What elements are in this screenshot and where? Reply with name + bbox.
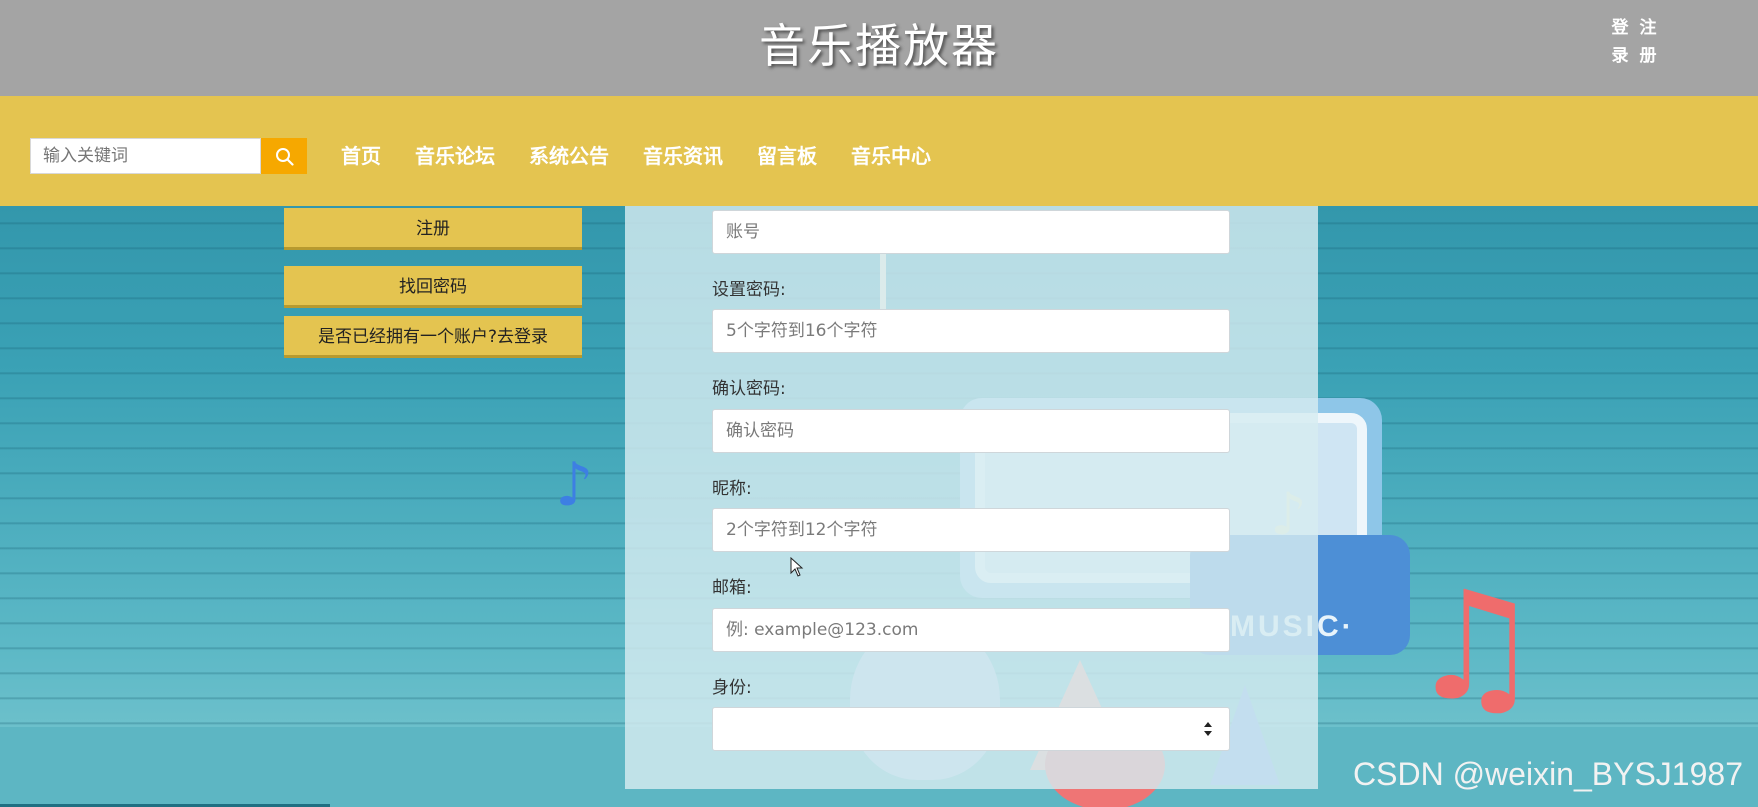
password-label: 设置密码: (712, 280, 786, 300)
watermark: CSDN @weixin_BYSJ1987 (1353, 756, 1743, 792)
confirm-password-input[interactable] (712, 409, 1230, 453)
select-arrows-icon (1204, 722, 1212, 736)
nickname-input[interactable] (712, 508, 1230, 552)
account-input[interactable] (712, 210, 1230, 254)
music-note-icon: ♪ (555, 450, 594, 520)
role-label: 身份: (712, 678, 752, 698)
login-link[interactable]: 登录 (1610, 14, 1630, 70)
nav-item-message-board[interactable]: 留言板 (757, 138, 817, 174)
nav-item-announcements[interactable]: 系统公告 (529, 138, 609, 174)
email-input[interactable] (712, 608, 1230, 652)
mouse-cursor-icon (790, 557, 804, 577)
nav-item-home[interactable]: 首页 (341, 138, 381, 174)
register-button[interactable]: 注册 (284, 208, 582, 250)
nav-item-music-forum[interactable]: 音乐论坛 (415, 138, 495, 174)
double-music-note-icon: ♫ (1408, 560, 1543, 734)
search-icon (276, 148, 294, 166)
site-title: 音乐播放器 (759, 19, 999, 73)
nickname-label: 昵称: (712, 479, 752, 499)
nav-item-music-news[interactable]: 音乐资讯 (643, 138, 723, 174)
nav-menu: 首页 音乐论坛 系统公告 音乐资讯 留言板 音乐中心 (341, 138, 965, 174)
email-label: 邮箱: (712, 578, 752, 598)
search-input[interactable] (30, 138, 261, 174)
go-login-button[interactable]: 是否已经拥有一个账户?去登录 (284, 316, 582, 358)
search-button[interactable] (261, 138, 307, 174)
register-link[interactable]: 注册 (1638, 14, 1658, 70)
site-header: 音乐播放器 登录注册 (0, 0, 1758, 96)
role-select[interactable] (712, 707, 1230, 751)
password-input[interactable] (712, 309, 1230, 353)
recover-password-button[interactable]: 找回密码 (284, 266, 582, 308)
confirm-password-label: 确认密码: (712, 379, 786, 399)
main-navbar: 首页 音乐论坛 系统公告 音乐资讯 留言板 音乐中心 (0, 96, 1758, 206)
auth-links: 登录注册 (1610, 14, 1670, 70)
nav-item-music-center[interactable]: 音乐中心 (851, 138, 931, 174)
